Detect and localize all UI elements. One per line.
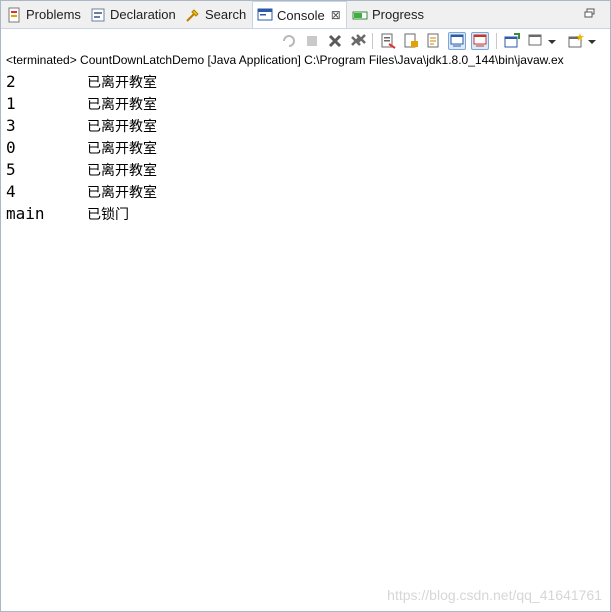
view-tab-bar: Problems Declaration Search Console ⊠ Pr… bbox=[1, 1, 610, 29]
console-message: 已离开教室 bbox=[87, 163, 157, 179]
console-line: 0 已离开教室 bbox=[6, 137, 606, 159]
chevron-down-icon[interactable] bbox=[547, 32, 565, 50]
toolbar-separator bbox=[496, 33, 497, 49]
tab-label: Search bbox=[205, 7, 247, 22]
thread-name: 2 bbox=[6, 72, 16, 91]
terminate-icon[interactable] bbox=[303, 32, 321, 50]
tab-problems[interactable]: Problems bbox=[6, 1, 81, 28]
thread-name: 0 bbox=[6, 138, 16, 157]
console-view: Problems Declaration Search Console ⊠ Pr… bbox=[0, 0, 611, 612]
console-output[interactable]: 2 已离开教室 1 已离开教室 3 已离开教室 0 已离开教室 5 已离开教室 4 已离开教… bbox=[6, 71, 606, 225]
thread-name: 3 bbox=[6, 116, 16, 135]
chevron-down-icon[interactable] bbox=[587, 32, 605, 50]
open-console-icon[interactable] bbox=[567, 32, 585, 50]
tab-progress[interactable]: Progress bbox=[352, 1, 424, 28]
tab-label: Console bbox=[277, 7, 325, 23]
declaration-icon bbox=[90, 7, 106, 23]
show-on-stdout-icon[interactable] bbox=[448, 32, 466, 50]
console-line: main 已锁门 bbox=[6, 203, 606, 225]
toolbar-separator bbox=[372, 33, 373, 49]
console-toolbar bbox=[1, 29, 610, 51]
console-icon bbox=[257, 7, 273, 23]
pin-console-icon[interactable] bbox=[503, 32, 521, 50]
remove-all-terminated-icon[interactable] bbox=[349, 32, 367, 50]
tab-console[interactable]: Console ⊠ bbox=[252, 1, 347, 28]
show-on-stderr-icon[interactable] bbox=[471, 32, 489, 50]
console-line: 4 已离开教室 bbox=[6, 181, 606, 203]
display-selected-console-icon[interactable] bbox=[527, 32, 545, 50]
console-message: 已离开教室 bbox=[87, 75, 157, 91]
console-message: 已锁门 bbox=[87, 207, 129, 223]
close-icon[interactable]: ⊠ bbox=[331, 8, 341, 22]
word-wrap-icon[interactable] bbox=[425, 32, 443, 50]
scroll-lock-icon[interactable] bbox=[402, 32, 420, 50]
tab-label: Progress bbox=[372, 7, 425, 22]
clear-console-icon[interactable] bbox=[379, 32, 397, 50]
tab-label: Declaration bbox=[110, 7, 176, 22]
tab-declaration[interactable]: Declaration bbox=[90, 1, 176, 28]
tab-search[interactable]: Search bbox=[185, 1, 246, 28]
launch-status-label: <terminated> CountDownLatchDemo [Java Ap… bbox=[6, 53, 564, 67]
console-message: 已离开教室 bbox=[87, 141, 157, 157]
console-message: 已离开教室 bbox=[87, 185, 157, 201]
console-message: 已离开教室 bbox=[87, 97, 157, 113]
tab-label: Problems bbox=[26, 7, 81, 22]
minimize-view-button[interactable] bbox=[584, 7, 596, 19]
console-message: 已离开教室 bbox=[87, 119, 157, 135]
remove-launch-icon[interactable] bbox=[326, 32, 344, 50]
thread-name: 5 bbox=[6, 160, 16, 179]
thread-name: 1 bbox=[6, 94, 16, 113]
console-line: 3 已离开教室 bbox=[6, 115, 606, 137]
thread-name: main bbox=[6, 204, 45, 223]
relaunch-icon[interactable] bbox=[280, 32, 298, 50]
console-line: 5 已离开教室 bbox=[6, 159, 606, 181]
console-line: 2 已离开教室 bbox=[6, 71, 606, 93]
thread-name: 4 bbox=[6, 182, 16, 201]
progress-icon bbox=[352, 7, 368, 23]
watermark: https://blog.csdn.net/qq_41641761 bbox=[387, 587, 602, 603]
search-icon bbox=[185, 7, 201, 23]
console-line: 1 已离开教室 bbox=[6, 93, 606, 115]
problems-icon bbox=[6, 7, 22, 23]
